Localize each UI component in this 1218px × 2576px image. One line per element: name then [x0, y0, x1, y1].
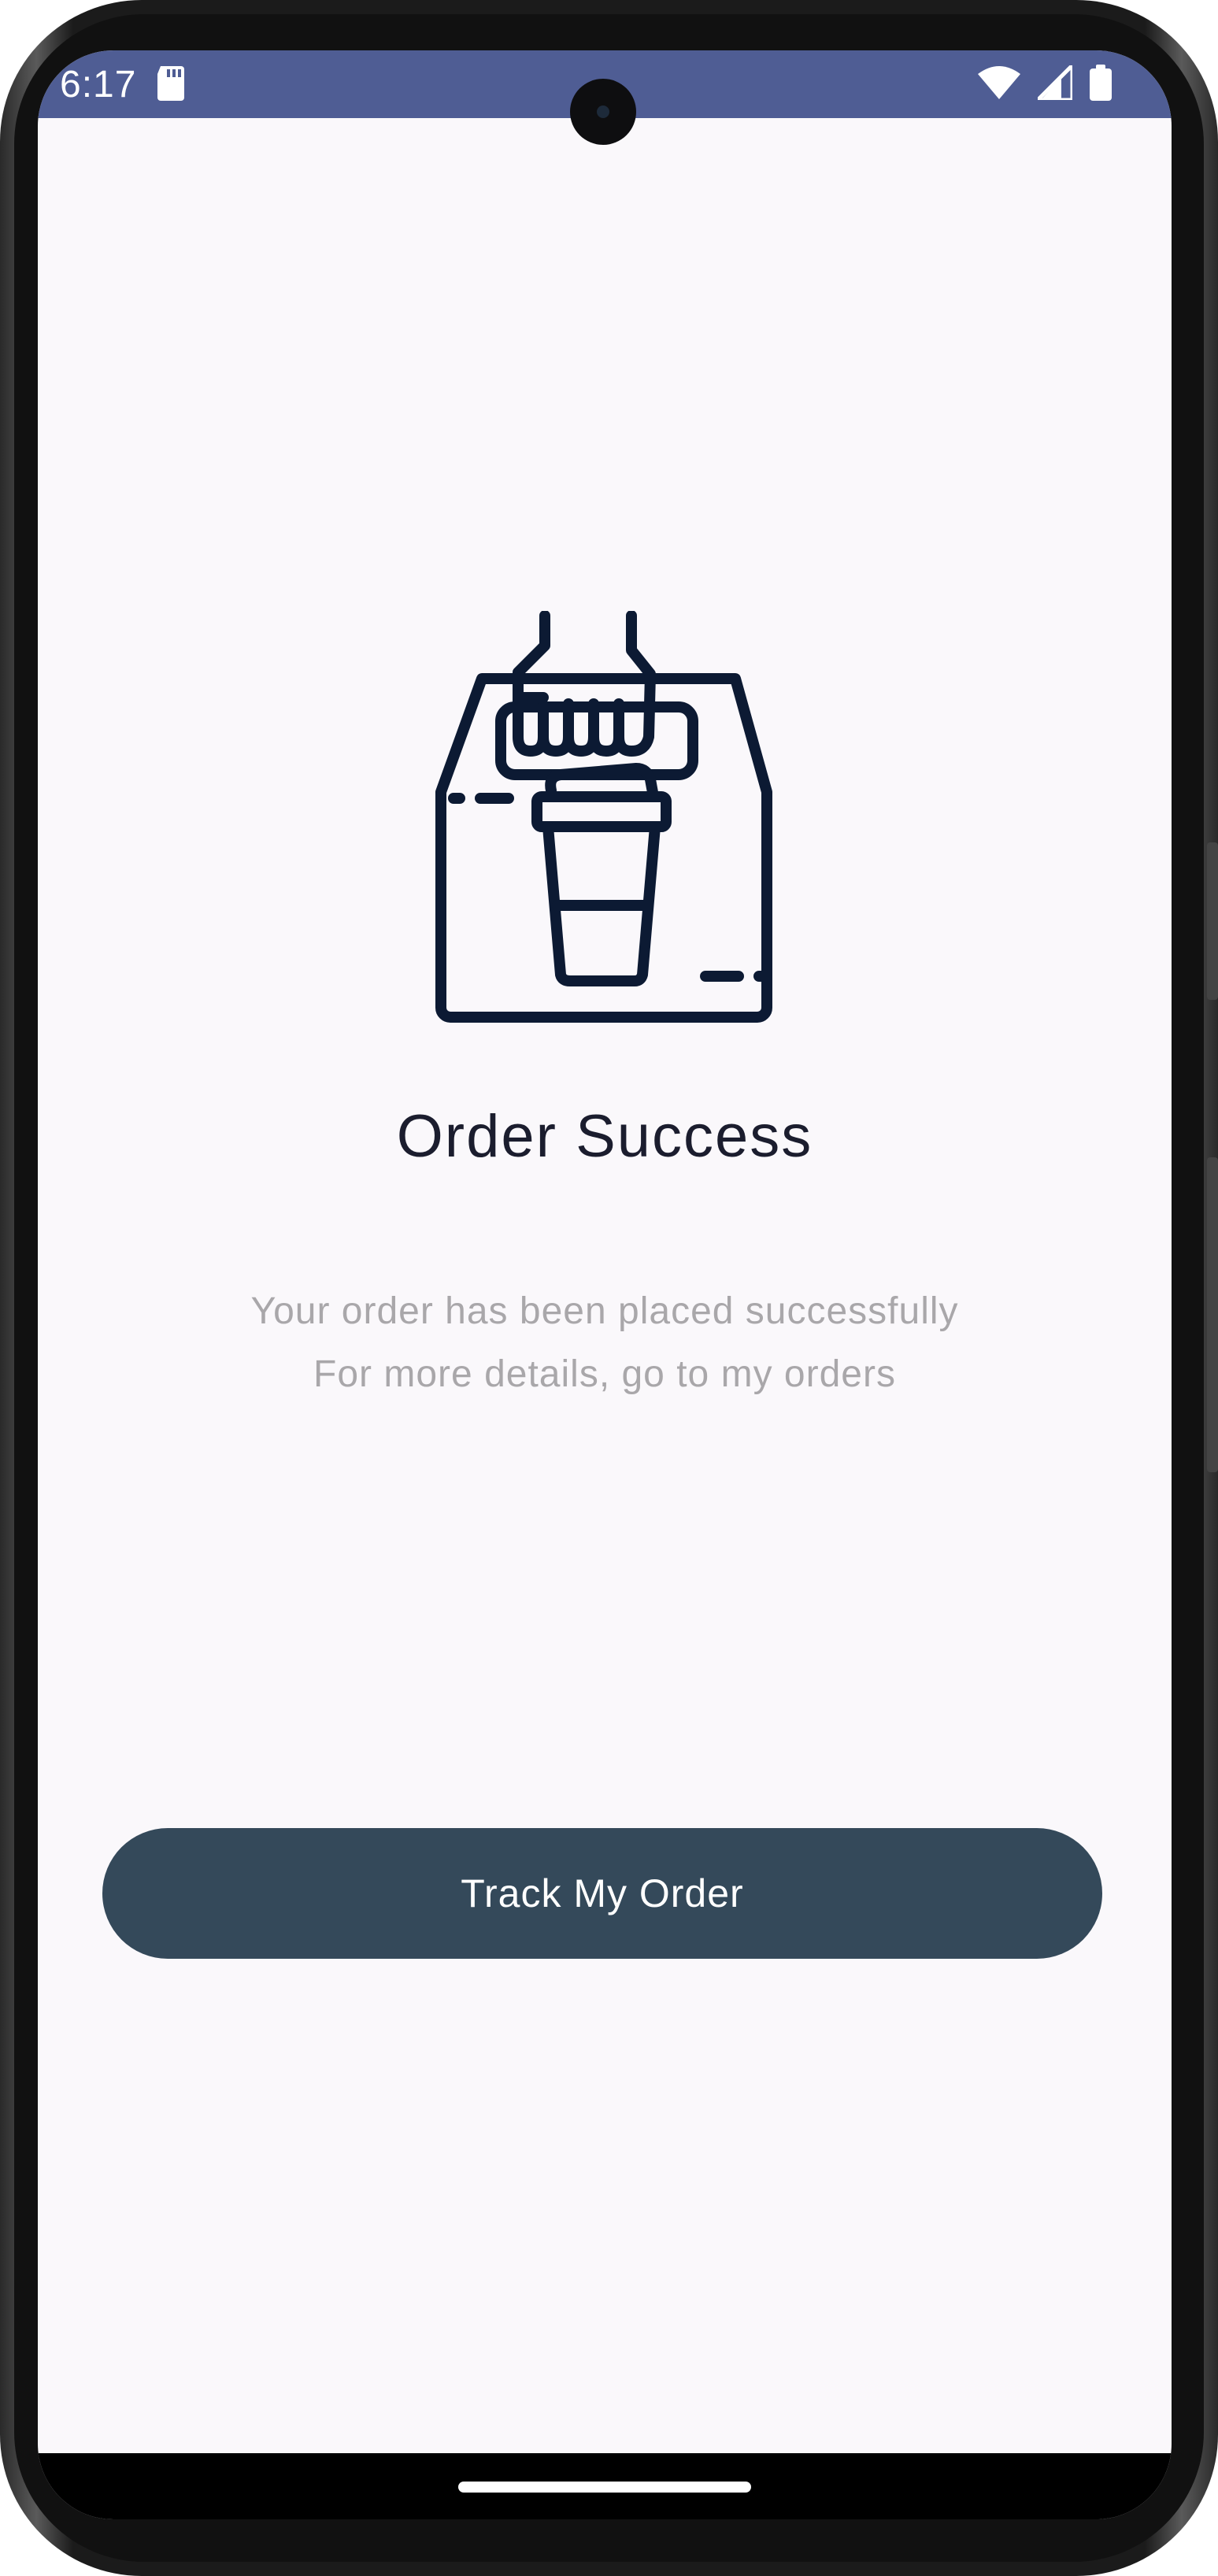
power-button [1207, 1157, 1218, 1472]
cell-signal-icon [1038, 65, 1072, 100]
phone-frame: 6:17 Order Success Your order has been p… [0, 0, 1218, 2576]
wifi-icon [978, 66, 1020, 99]
details-hint: For more details, go to my orders [313, 1353, 896, 1395]
sd-card-icon [157, 66, 184, 101]
track-my-order-button[interactable]: Track My Order [102, 1828, 1102, 1959]
home-indicator[interactable] [458, 2482, 751, 2493]
navigation-bar [38, 2453, 1172, 2519]
battery-icon [1090, 65, 1112, 101]
app-screen: 6:17 Order Success Your order has been p… [38, 50, 1172, 2519]
volume-button [1207, 842, 1218, 1000]
success-message: Your order has been placed successfully [250, 1290, 959, 1332]
front-camera [570, 79, 636, 145]
takeaway-coffee-box-icon [435, 611, 772, 1023]
page-title: Order Success [396, 1103, 813, 1170]
status-time: 6:17 [60, 64, 137, 105]
status-icons [978, 65, 1112, 101]
